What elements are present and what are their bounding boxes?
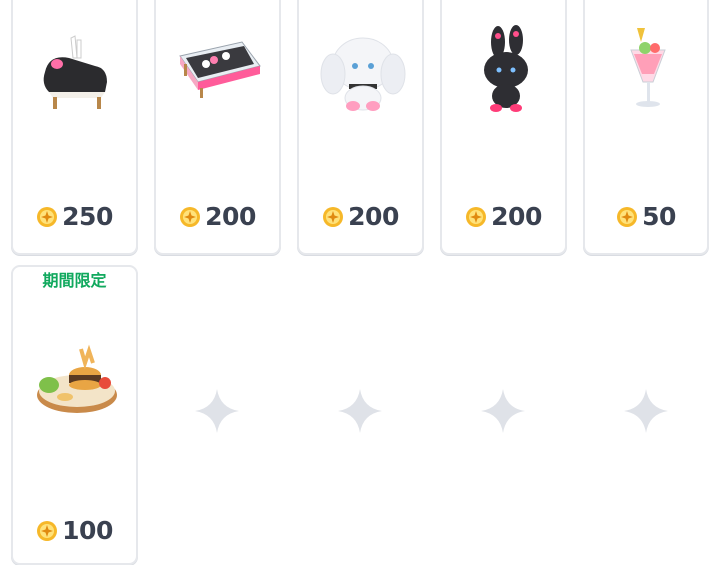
price-value: 200 (348, 202, 399, 231)
gold-coin-icon (466, 206, 487, 227)
shop-item-card[interactable]: 200 (440, 0, 567, 255)
shop-item-card[interactable]: 期間限定 100 (11, 265, 138, 565)
shop-item-card[interactable]: 50 (583, 0, 709, 255)
price-tag: 200 (156, 204, 279, 229)
shop-item-card[interactable]: 250 (11, 0, 138, 255)
black-bunny-plush-item-icon (484, 25, 528, 112)
shop-item-card[interactable]: 200 (154, 0, 281, 255)
gold-coin-icon (617, 206, 638, 227)
price-value: 250 (62, 202, 113, 231)
price-value: 200 (205, 202, 256, 231)
daybed-item-icon (179, 41, 261, 98)
price-value: 50 (642, 202, 676, 231)
shop-item-card[interactable]: 200 (297, 0, 424, 255)
price-value: 100 (62, 516, 113, 545)
white-bunny-plush-item-icon (320, 37, 406, 111)
empty-slot-sparkle-icon (624, 389, 668, 433)
gold-coin-icon (37, 206, 58, 227)
empty-slot-sparkle-icon (195, 389, 239, 433)
chaise-sofa-item-icon (43, 35, 107, 109)
gold-coin-icon (37, 520, 58, 541)
price-tag: 200 (442, 204, 565, 229)
limited-time-badge: 期間限定 (42, 271, 107, 290)
burger-platter-item-icon (37, 344, 117, 413)
price-tag: 250 (13, 204, 136, 229)
price-tag: 200 (299, 204, 422, 229)
price-tag: 100 (13, 518, 136, 543)
cocktail-item-icon (630, 28, 666, 107)
price-tag: 50 (585, 204, 707, 229)
gold-coin-icon (323, 206, 344, 227)
price-value: 200 (491, 202, 542, 231)
empty-slot-sparkle-icon (481, 389, 525, 433)
empty-slot-sparkle-icon (338, 389, 382, 433)
gold-coin-icon (180, 206, 201, 227)
